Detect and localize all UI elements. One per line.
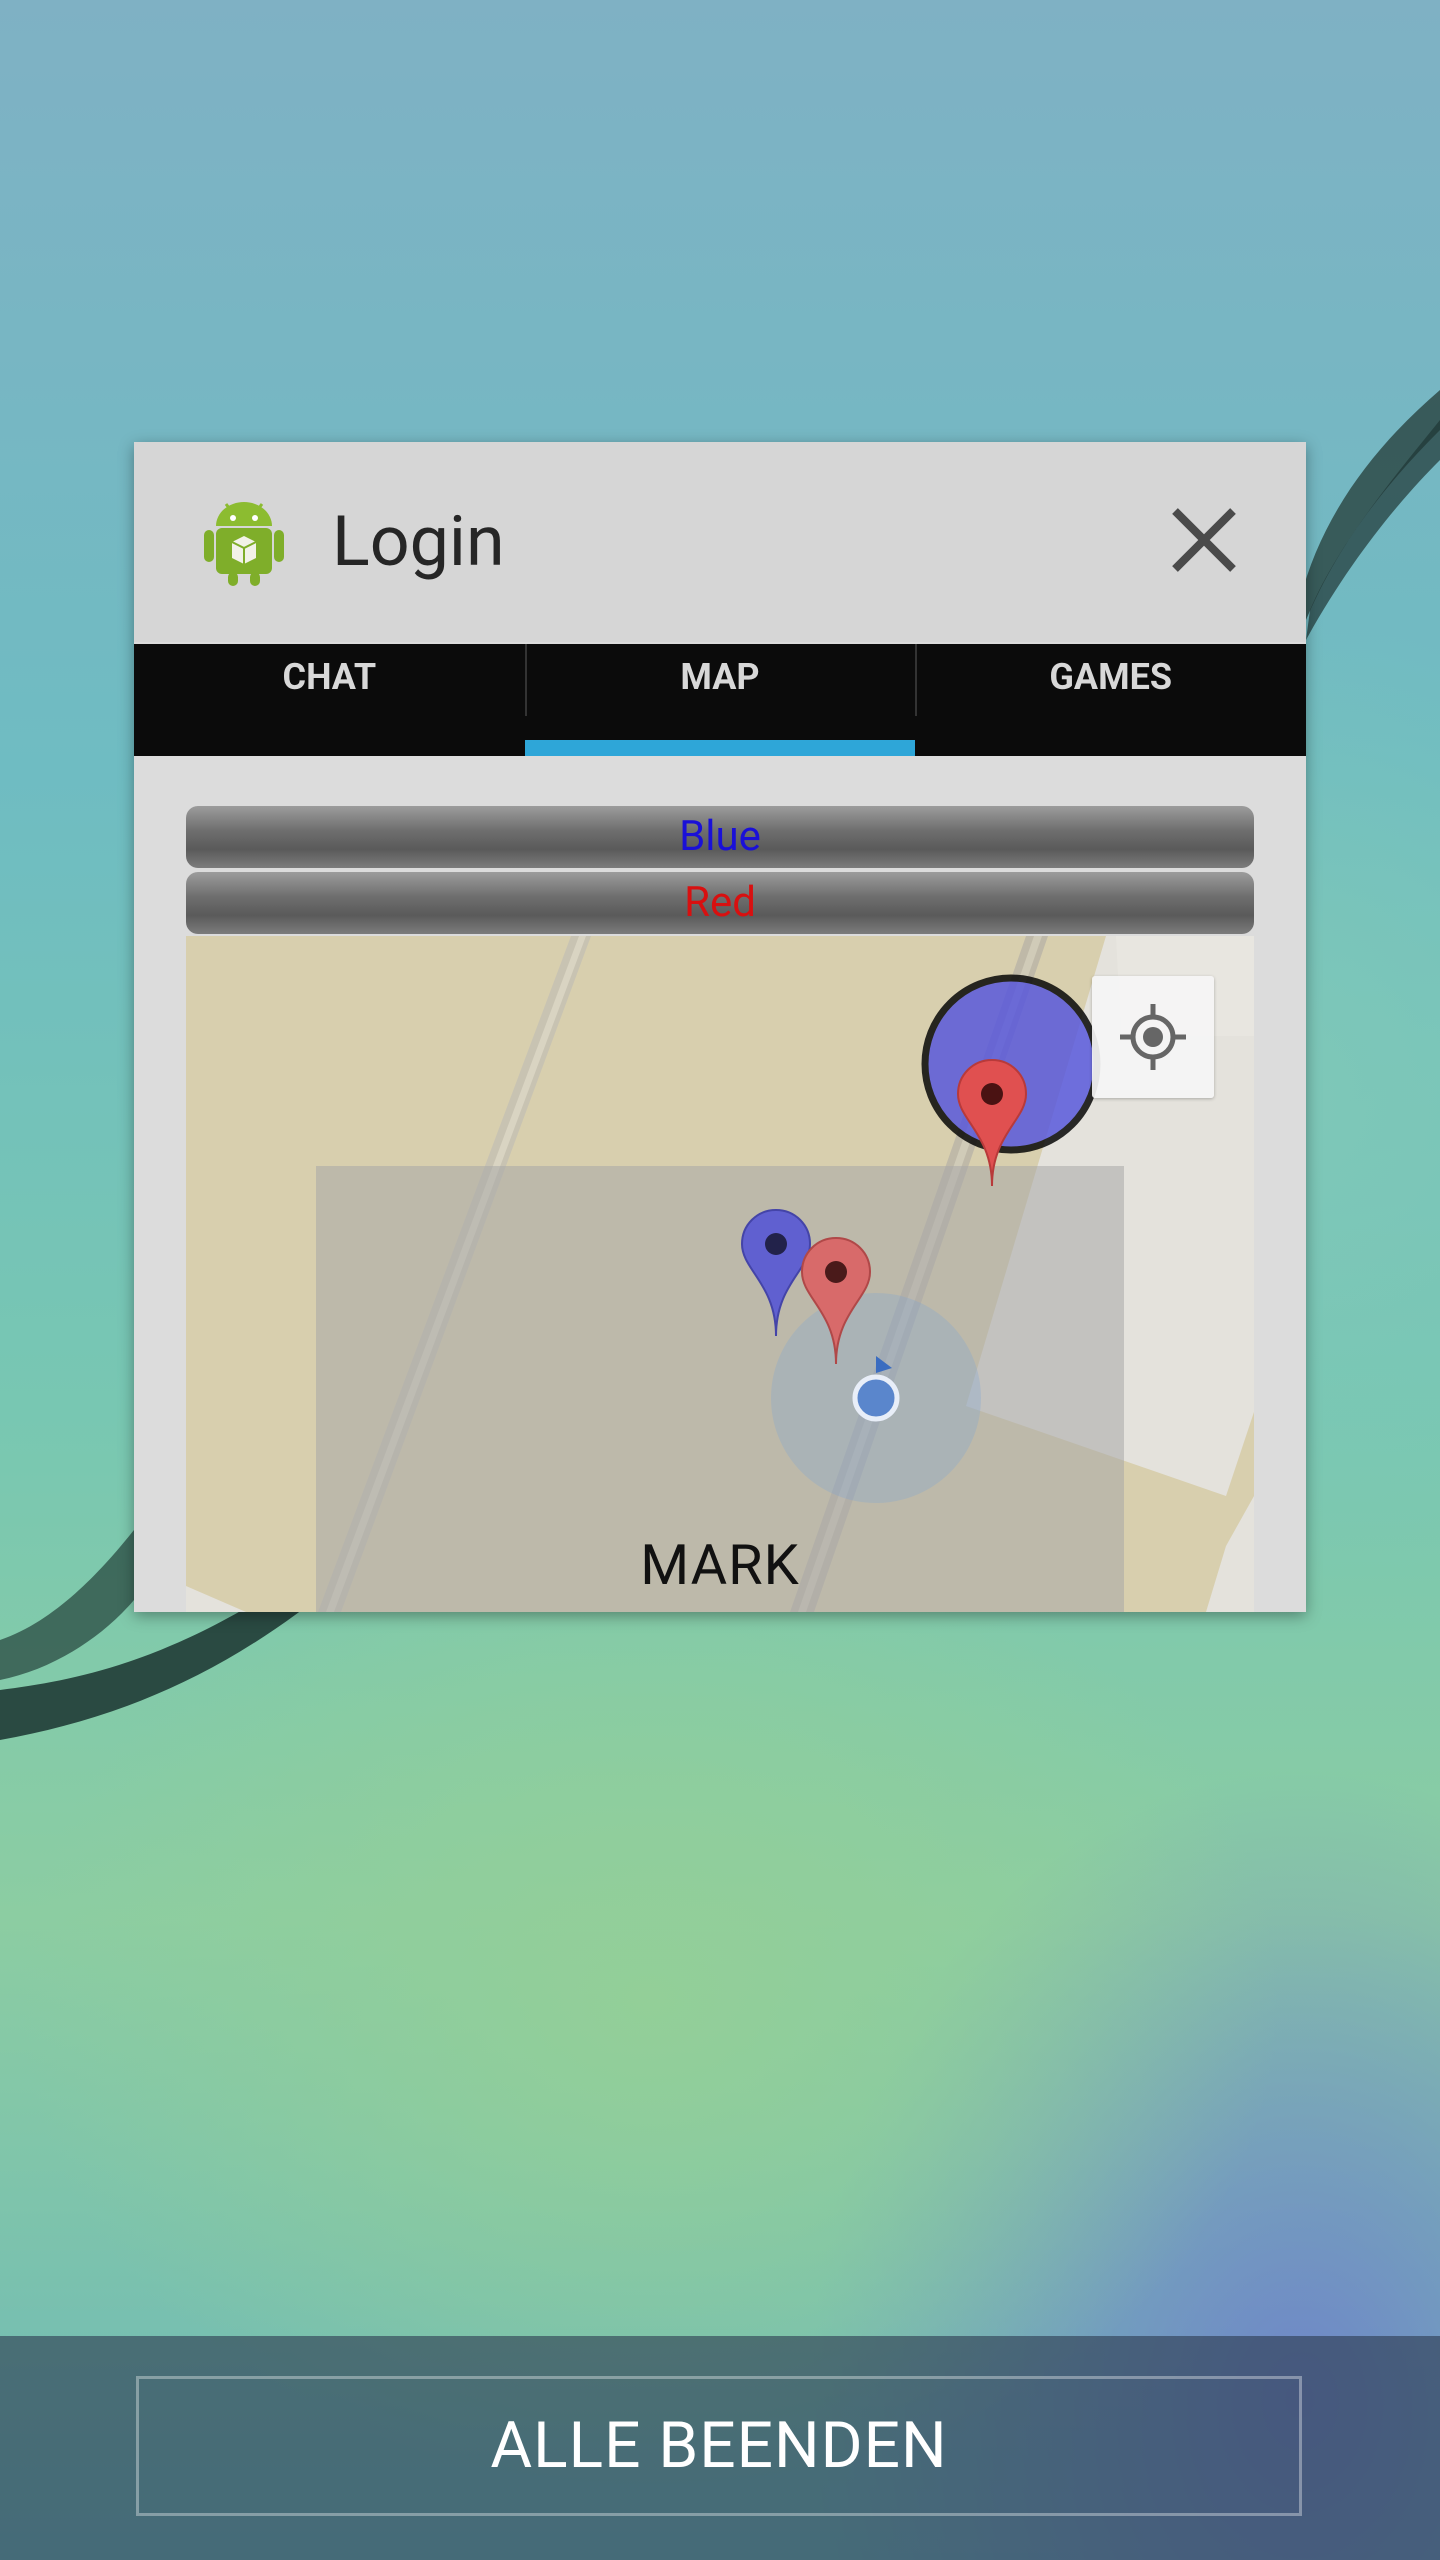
map-area-label: MARK	[640, 1532, 800, 1598]
close-all-button[interactable]: ALLE BEENDEN	[136, 2376, 1302, 2516]
card-header: Login	[134, 442, 1306, 642]
my-location-button[interactable]	[1092, 976, 1214, 1098]
map-tab-content: Blue Red MARK	[134, 756, 1306, 1612]
map-pin-icon	[800, 1236, 872, 1365]
red-map-marker-center[interactable]	[800, 1236, 872, 1370]
tab-chat[interactable]: CHAT	[134, 644, 525, 756]
map-pin-icon	[956, 1058, 1028, 1187]
map-view[interactable]: MARK	[186, 936, 1254, 1612]
tab-chat-label: CHAT	[282, 656, 377, 698]
tab-games-label: GAMES	[1049, 656, 1173, 698]
tab-map[interactable]: MAP	[524, 644, 916, 756]
close-icon	[1169, 505, 1239, 579]
tab-bar: CHAT MAP GAMES	[134, 644, 1306, 756]
android-icon	[196, 494, 292, 590]
red-button[interactable]: Red	[186, 872, 1254, 934]
blue-button[interactable]: Blue	[186, 806, 1254, 868]
recent-app-card[interactable]: Login CHAT MAP GAMES Blue Red MARK	[134, 442, 1306, 1612]
tab-map-label: MAP	[680, 656, 760, 698]
active-tab-indicator	[524, 740, 916, 756]
tab-games[interactable]: GAMES	[915, 644, 1306, 756]
recents-bottom-bar: ALLE BEENDEN	[0, 2336, 1440, 2560]
my-location-icon	[1120, 1004, 1186, 1070]
app-title: Login	[332, 501, 505, 583]
red-map-marker-top[interactable]	[956, 1058, 1028, 1192]
close-card-button[interactable]	[1154, 492, 1254, 592]
